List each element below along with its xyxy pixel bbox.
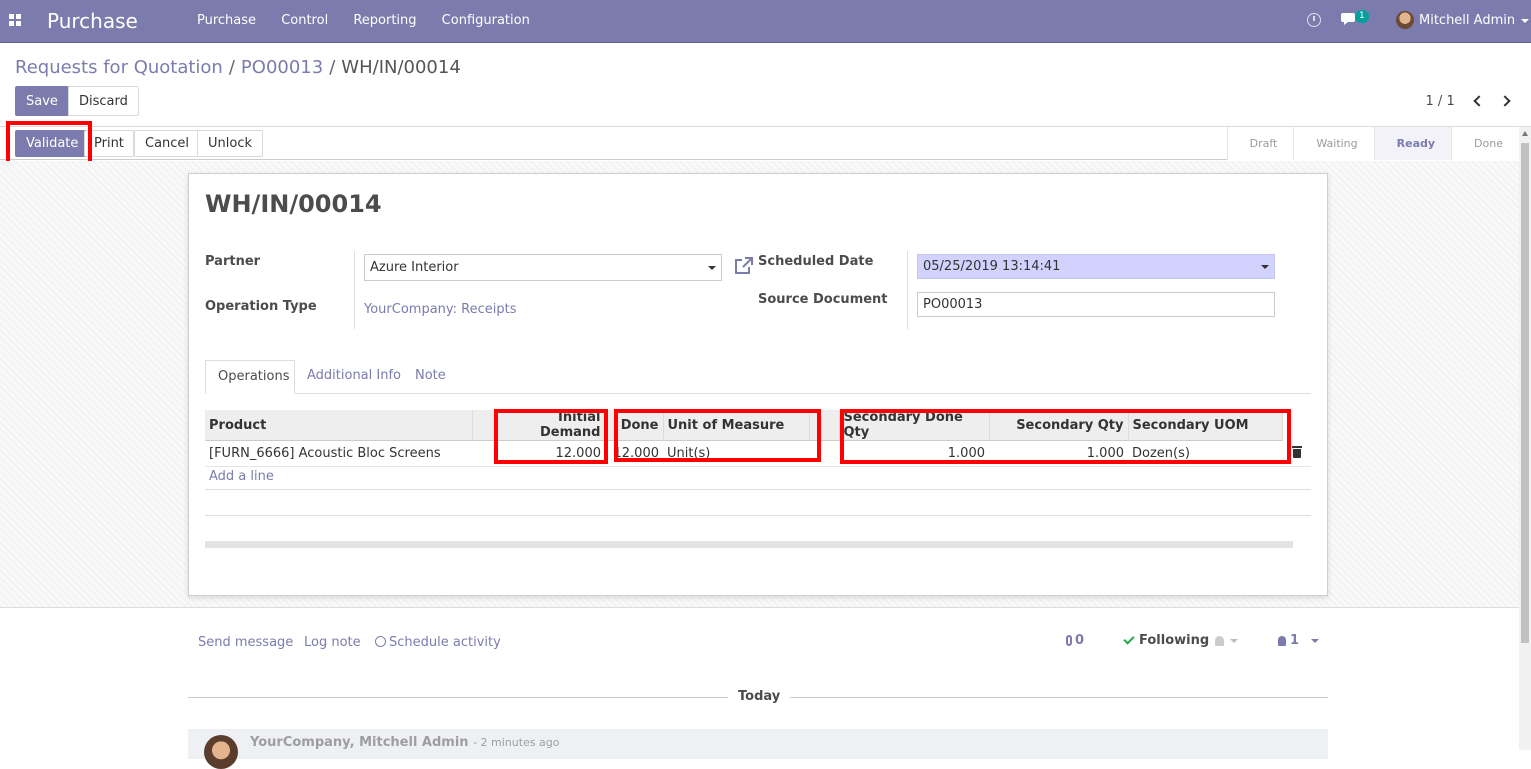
- external-link-icon[interactable]: [734, 257, 753, 275]
- clock-icon: [375, 636, 386, 647]
- scheduled-date-value: 05/25/2019 13:14:41: [923, 259, 1061, 274]
- attachments-button[interactable]: 0: [1066, 633, 1084, 648]
- partner-select[interactable]: Azure Interior: [364, 254, 722, 281]
- pager-value[interactable]: 1 / 1: [1426, 94, 1455, 109]
- message-author-name[interactable]: YourCompany, Mitchell Admin: [250, 735, 469, 750]
- send-message-button[interactable]: Send message: [198, 635, 293, 650]
- field-divider: [354, 251, 355, 329]
- form-statusbar: Validate Print Cancel Unlock Draft Waiti…: [0, 127, 1519, 160]
- caret-down-icon: [1311, 638, 1320, 643]
- source-document-label: Source Document: [758, 292, 888, 307]
- col-spacer: [472, 410, 496, 441]
- user-menu[interactable]: Mitchell Admin: [1419, 13, 1530, 28]
- main-menu: Purchase Control Reporting Configuration: [197, 13, 551, 28]
- save-button[interactable]: Save: [15, 86, 69, 116]
- cancel-button[interactable]: Cancel: [134, 130, 201, 157]
- schedule-activity-label: Schedule activity: [389, 635, 501, 650]
- control-panel: Requests for Quotation / PO00013/WH/IN/000…: [0, 44, 1531, 127]
- table-divider: [205, 515, 1311, 516]
- stage-draft[interactable]: Draft: [1226, 127, 1294, 160]
- highlight-initial-demand: [494, 409, 608, 464]
- discard-button[interactable]: Discard: [68, 86, 139, 116]
- caret-down-icon: [1261, 265, 1269, 269]
- scheduled-date-input[interactable]: 05/25/2019 13:14:41: [917, 254, 1275, 279]
- menu-purchase[interactable]: Purchase: [197, 13, 256, 28]
- activity-clock-icon[interactable]: [1307, 13, 1321, 27]
- table-divider: [205, 489, 1311, 490]
- table-horizontal-scrollbar[interactable]: [205, 541, 1293, 548]
- menu-configuration[interactable]: Configuration: [442, 13, 530, 28]
- form-sheet: WH/IN/00014 Partner Azure Interior Opera…: [188, 173, 1328, 596]
- follow-button[interactable]: Following: [1123, 633, 1239, 648]
- breadcrumb-current: WH/IN/00014: [341, 57, 461, 78]
- tab-additional-info[interactable]: Additional Info: [295, 360, 413, 394]
- cell-product[interactable]: [FURN_6666] Acoustic Bloc Screens: [205, 440, 472, 467]
- bell-icon[interactable]: [1215, 635, 1225, 646]
- field-divider: [907, 251, 908, 329]
- paperclip-icon: [1066, 635, 1072, 646]
- caret-down-icon: [1521, 18, 1530, 23]
- tab-operations[interactable]: Operations: [205, 360, 295, 394]
- date-separator-label: Today: [728, 689, 791, 704]
- add-line-link[interactable]: Add a line: [209, 469, 274, 484]
- stage-waiting[interactable]: Waiting: [1293, 127, 1374, 160]
- message-avatar[interactable]: [204, 735, 238, 769]
- top-navbar: Purchase Purchase Control Reporting Conf…: [0, 0, 1531, 43]
- log-note-button[interactable]: Log note: [304, 635, 361, 650]
- message-time: - 2 minutes ago: [473, 736, 560, 749]
- scheduled-date-label: Scheduled Date: [758, 254, 874, 269]
- cell-spacer: [472, 440, 495, 467]
- caret-down-icon: [708, 266, 716, 270]
- check-icon: [1123, 633, 1135, 645]
- highlight-done-uom: [614, 409, 821, 462]
- menu-reporting[interactable]: Reporting: [353, 13, 416, 28]
- followers-count: 1: [1290, 633, 1300, 648]
- stage-ready[interactable]: Ready: [1373, 127, 1452, 160]
- scrollbar-thumb[interactable]: [1521, 143, 1529, 643]
- caret-down-icon[interactable]: [1230, 638, 1239, 643]
- following-label: Following: [1139, 633, 1210, 648]
- menu-control[interactable]: Control: [281, 13, 328, 28]
- record-title: WH/IN/00014: [205, 190, 382, 218]
- stage-pipeline: Draft Waiting Ready Done: [1226, 127, 1519, 160]
- user-avatar[interactable]: [1396, 11, 1414, 29]
- breadcrumb-rfq[interactable]: Requests for Quotation: [15, 57, 223, 78]
- notebook-tabs: Operations Additional Info Note: [205, 360, 1311, 394]
- partner-label: Partner: [205, 254, 261, 269]
- trash-icon[interactable]: [1291, 445, 1302, 458]
- source-document-value: PO00013: [923, 297, 983, 312]
- stage-done[interactable]: Done: [1451, 127, 1519, 160]
- col-product[interactable]: Product: [205, 410, 473, 441]
- schedule-activity-button[interactable]: Schedule activity: [375, 635, 501, 650]
- chatter: Send message Log note Schedule activity …: [0, 609, 1519, 769]
- notification-badge: 1: [1355, 10, 1369, 23]
- message-item: YourCompany, Mitchell Admin - 2 minutes …: [188, 729, 1328, 769]
- message-author: YourCompany, Mitchell Admin - 2 minutes …: [250, 735, 560, 750]
- operation-type-label: Operation Type: [205, 299, 317, 314]
- chevron-left-icon[interactable]: [1473, 95, 1485, 107]
- breadcrumb-po[interactable]: PO00013: [241, 57, 323, 78]
- attachments-count: 0: [1075, 633, 1085, 648]
- apps-grid-icon[interactable]: [9, 14, 22, 27]
- chevron-right-icon[interactable]: [1499, 95, 1511, 107]
- scroll-up-icon[interactable]: [1522, 131, 1528, 136]
- highlight-validate: [6, 121, 92, 165]
- highlight-secondary-columns: [840, 409, 1291, 464]
- source-document-input[interactable]: PO00013: [917, 292, 1275, 317]
- operation-type-value[interactable]: YourCompany: Receipts: [364, 302, 517, 317]
- followers-button[interactable]: 1: [1278, 633, 1320, 648]
- user-icon: [1278, 635, 1286, 646]
- breadcrumb: Requests for Quotation / PO00013/WH/IN/000…: [15, 57, 461, 78]
- user-name: Mitchell Admin: [1419, 13, 1516, 28]
- partner-value: Azure Interior: [370, 260, 459, 275]
- pager: 1 / 1: [1426, 94, 1511, 109]
- page-scrollbar[interactable]: [1519, 127, 1531, 750]
- tab-note[interactable]: Note: [403, 360, 458, 394]
- unlock-button[interactable]: Unlock: [197, 130, 263, 157]
- app-brand[interactable]: Purchase: [47, 9, 138, 33]
